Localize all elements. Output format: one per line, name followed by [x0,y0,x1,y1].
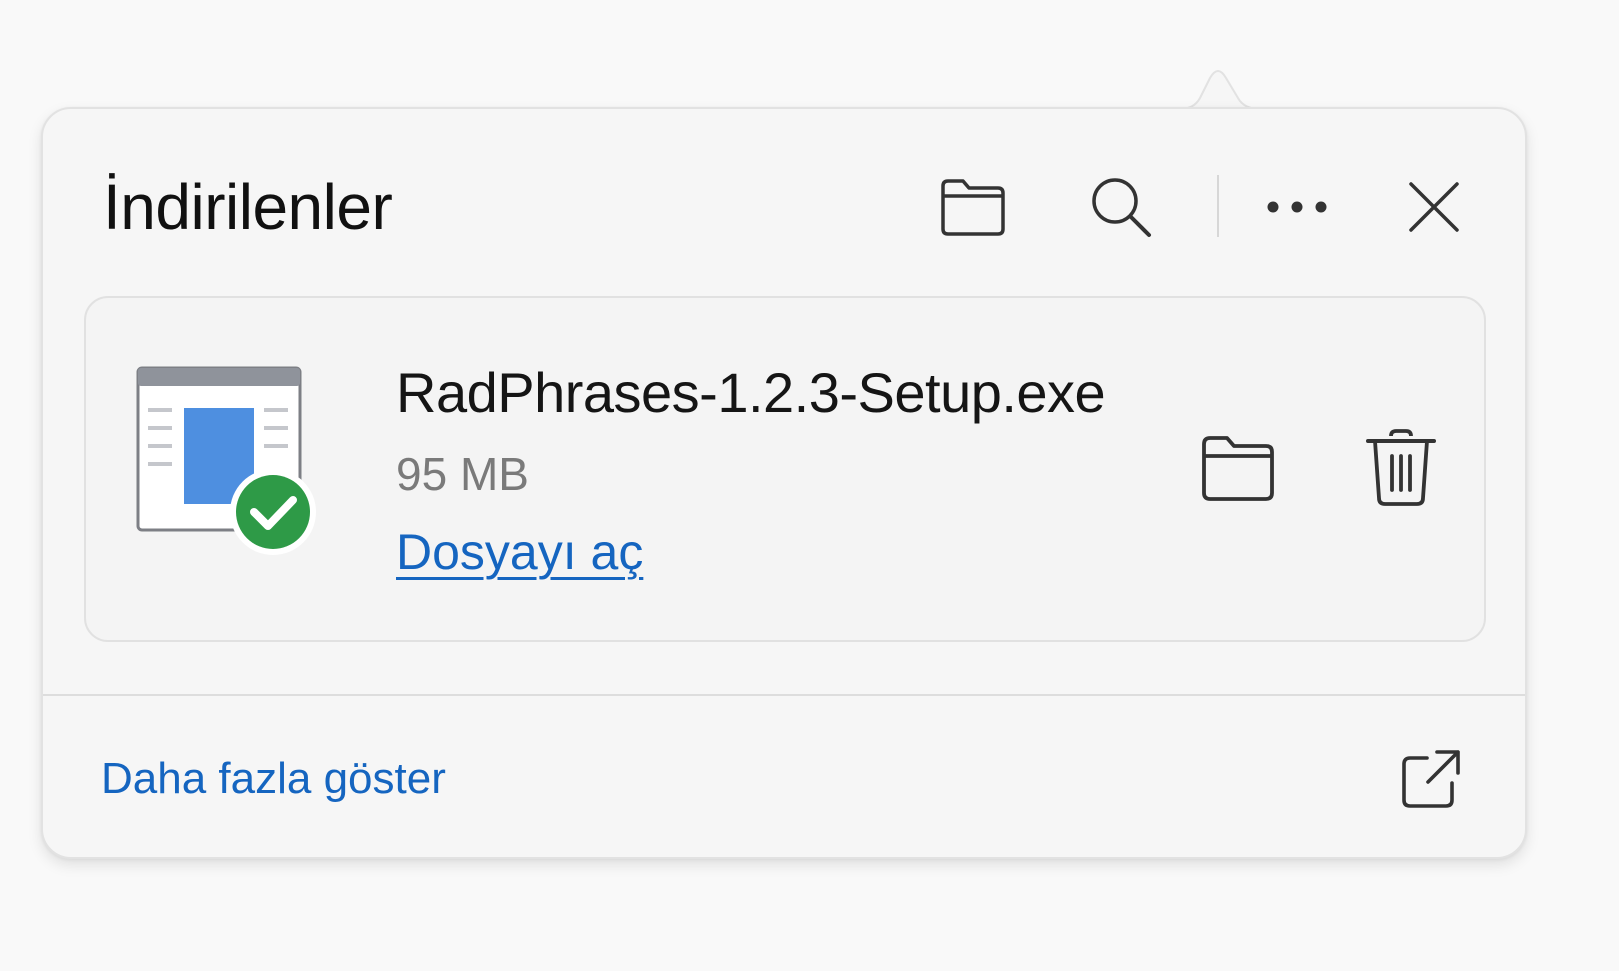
download-complete-icon [230,469,316,555]
footer-divider [43,694,1525,696]
close-icon [1409,182,1459,232]
folder-icon [941,179,1005,236]
external-link-icon [1402,750,1460,808]
close-button[interactable] [1398,171,1470,243]
search-icon [1092,178,1151,237]
installer-file-icon [136,366,316,555]
more-icon [1267,201,1327,213]
downloads-panel: İndirilenler RadPhrases-1.2.3-Setup.exe … [41,107,1527,859]
header-separator [1217,175,1219,237]
open-file-link[interactable]: Dosyayı aç [396,520,643,584]
open-downloads-folder-button[interactable] [937,171,1009,243]
downloads-flyout: İndirilenler RadPhrases-1.2.3-Setup.exe … [0,0,1619,971]
panel-title: İndirilenler [103,171,393,243]
file-size: 95 MB [396,448,529,500]
folder-icon [1202,436,1274,501]
more-options-button[interactable] [1261,171,1333,243]
open-downloads-page-button[interactable] [1391,739,1471,819]
show-more-link[interactable]: Daha fazla göster [101,749,446,809]
search-downloads-button[interactable] [1085,171,1157,243]
show-in-folder-button[interactable] [1196,426,1280,510]
file-name: RadPhrases-1.2.3-Setup.exe [396,361,1106,424]
trash-icon [1366,429,1436,506]
delete-download-button[interactable] [1359,426,1443,510]
download-item[interactable]: RadPhrases-1.2.3-Setup.exe 95 MB Dosyayı… [84,296,1486,642]
flyout-pointer [1180,70,1260,112]
